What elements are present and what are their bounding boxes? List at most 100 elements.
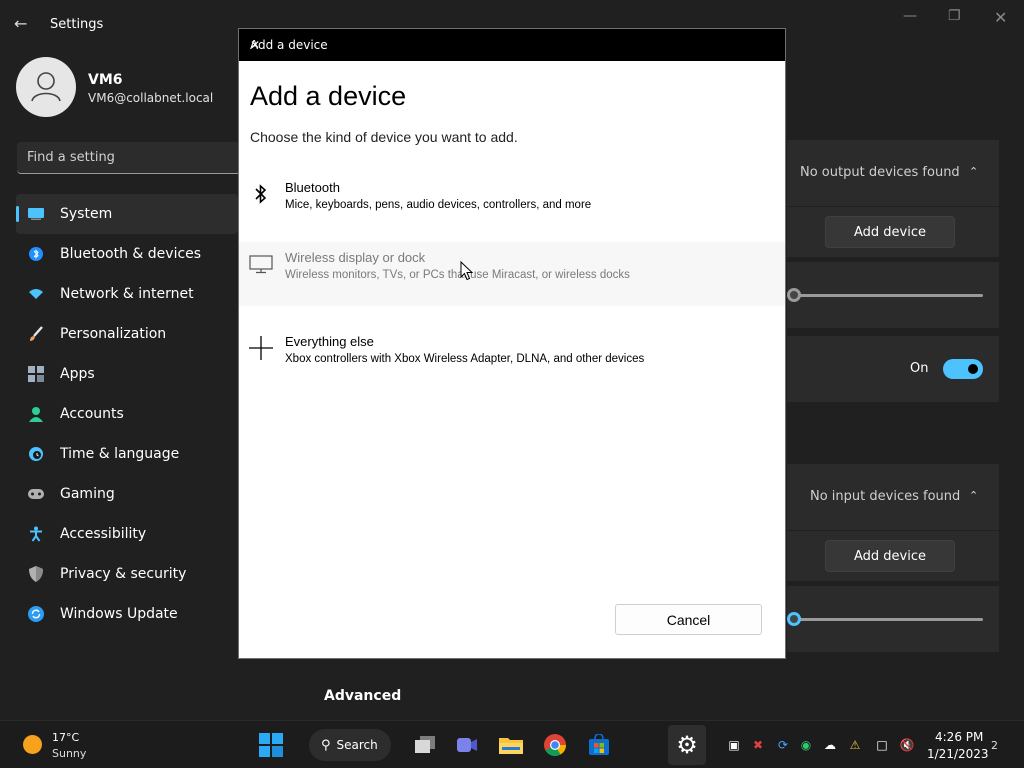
- sidebar-item-bluetooth[interactable]: Bluetooth & devices: [16, 234, 238, 274]
- output-status: No output devices found: [800, 165, 960, 180]
- output-devices-panel[interactable]: No output devices found ⌃: [787, 140, 999, 206]
- accessibility-icon: [28, 526, 44, 542]
- cancel-button[interactable]: Cancel: [615, 604, 762, 635]
- green-app-tray-icon[interactable]: ◉: [798, 737, 814, 753]
- sidebar-item-privacy-security[interactable]: Privacy & security: [16, 554, 238, 594]
- input-volume-panel: [787, 586, 999, 652]
- sidebar-item-label: Personalization: [60, 326, 167, 342]
- taskbar-search-button[interactable]: ⚲ Search: [309, 729, 391, 761]
- sidebar-item-label: Windows Update: [60, 606, 178, 622]
- brush-icon: [28, 326, 44, 342]
- sun-icon[interactable]: [23, 735, 42, 754]
- search-input[interactable]: Find a setting: [17, 142, 252, 174]
- sync-tray-icon[interactable]: ⟳: [775, 737, 791, 753]
- task-view-icon[interactable]: [413, 733, 437, 757]
- monitor-icon: [249, 252, 273, 276]
- start-icon[interactable]: [259, 733, 283, 757]
- close-icon[interactable]: ✕: [994, 8, 1007, 27]
- option-wireless-display[interactable]: Wireless display or dock Wireless monito…: [239, 242, 785, 306]
- option-title: Bluetooth: [285, 180, 340, 195]
- volume-muted-tray-icon[interactable]: 🔇: [899, 737, 915, 753]
- update-icon: [28, 606, 44, 622]
- sidebar-item-time-language[interactable]: Time & language: [16, 434, 238, 474]
- option-title: Wireless display or dock: [285, 250, 426, 265]
- display-tray-icon[interactable]: □: [874, 737, 890, 753]
- dialog-heading: Add a device: [250, 81, 407, 111]
- sidebar-item-gaming[interactable]: Gaming: [16, 474, 238, 514]
- file-explorer-icon[interactable]: [499, 733, 523, 757]
- add-device-dialog: Add a device ✕ Add a device Choose the k…: [238, 28, 786, 659]
- warning-tray-icon[interactable]: ⚠: [847, 737, 863, 753]
- volume-panel: [787, 262, 999, 328]
- notification-count-badge[interactable]: 2: [991, 739, 998, 752]
- back-arrow-icon[interactable]: ←: [14, 14, 27, 33]
- sidebar-item-label: Gaming: [60, 486, 115, 502]
- input-add-panel: Add device: [787, 531, 999, 581]
- input-status: No input devices found: [810, 489, 961, 504]
- sidebar-item-label: Accessibility: [60, 526, 147, 542]
- settings-gear-icon[interactable]: ⚙: [675, 731, 699, 759]
- security-tray-icon[interactable]: ✖: [750, 737, 766, 753]
- volume-slider-thumb[interactable]: [787, 288, 801, 302]
- input-devices-panel[interactable]: No input devices found ⌃: [787, 464, 999, 530]
- sidebar-item-accounts[interactable]: Accounts: [16, 394, 238, 434]
- avatar[interactable]: [16, 57, 76, 117]
- taskbar-search-label: Search: [336, 738, 378, 752]
- option-everything-else[interactable]: Everything else Xbox controllers with Xb…: [239, 326, 785, 390]
- sidebar-item-label: Network & internet: [60, 286, 194, 302]
- add-output-device-button[interactable]: Add device: [825, 216, 955, 248]
- volume-slider-track[interactable]: [797, 294, 983, 297]
- option-bluetooth[interactable]: Bluetooth Mice, keyboards, pens, audio d…: [239, 172, 785, 236]
- clock-time[interactable]: 4:26 PM: [935, 730, 983, 744]
- person-icon: [28, 406, 44, 422]
- gamepad-icon: [28, 486, 44, 502]
- profile-name: VM6: [88, 72, 123, 88]
- chevron-up-icon[interactable]: ⌃: [969, 165, 978, 178]
- chrome-icon[interactable]: [543, 733, 567, 757]
- sidebar-item-windows-update[interactable]: Windows Update: [16, 594, 238, 634]
- app-title: Settings: [50, 17, 104, 32]
- sidebar-item-label: Bluetooth & devices: [60, 246, 202, 262]
- sidebar-item-system[interactable]: System: [16, 194, 238, 234]
- profile-email: VM6@collabnet.local: [88, 91, 214, 105]
- network-tray-icon[interactable]: ▣: [726, 737, 742, 753]
- weather-temp[interactable]: 17°C: [52, 731, 79, 744]
- taskbar: 17°C Sunny ⚲ Search ⚙ ▣ ✖ ⟳ ◉ ☁ ⚠ □ 🔇 4:…: [0, 720, 1024, 768]
- sidebar-item-label: System: [60, 206, 113, 222]
- teams-chat-icon[interactable]: [455, 733, 479, 757]
- mono-toggle[interactable]: [943, 359, 983, 379]
- weather-condition[interactable]: Sunny: [52, 747, 86, 760]
- option-desc: Wireless monitors, TVs, or PCs that use …: [285, 269, 630, 281]
- person-icon: [31, 72, 61, 102]
- option-desc: Mice, keyboards, pens, audio devices, co…: [285, 199, 592, 211]
- bluetooth-icon: [28, 246, 44, 262]
- sidebar-item-apps[interactable]: Apps: [16, 354, 238, 394]
- add-input-device-button[interactable]: Add device: [825, 540, 955, 572]
- clock-date[interactable]: 1/21/2023: [927, 747, 989, 761]
- sidebar-nav: System Bluetooth & devices Network & int…: [16, 194, 238, 634]
- output-add-panel: Add device: [787, 207, 999, 257]
- sidebar-item-label: Apps: [60, 366, 95, 382]
- input-volume-slider-thumb[interactable]: [787, 612, 801, 626]
- sidebar-item-network[interactable]: Network & internet: [16, 274, 238, 314]
- sidebar-item-label: Time & language: [60, 446, 180, 462]
- option-title: Everything else: [285, 334, 374, 349]
- plus-icon: [249, 336, 273, 360]
- onedrive-tray-icon[interactable]: ☁: [822, 737, 838, 753]
- minimize-icon[interactable]: —: [903, 8, 917, 24]
- store-icon[interactable]: [587, 733, 611, 757]
- search-icon: ⚲: [321, 737, 331, 753]
- chevron-up-icon[interactable]: ⌃: [969, 489, 978, 502]
- apps-icon: [28, 366, 44, 382]
- sidebar-item-label: Accounts: [60, 406, 124, 422]
- advanced-heading: Advanced: [324, 688, 402, 704]
- maximize-icon[interactable]: ❐: [948, 8, 961, 24]
- close-icon[interactable]: ✕: [250, 38, 771, 52]
- search-placeholder: Find a setting: [27, 150, 115, 165]
- input-volume-slider-track[interactable]: [797, 618, 983, 621]
- sidebar-item-accessibility[interactable]: Accessibility: [16, 514, 238, 554]
- bluetooth-icon: [249, 182, 273, 206]
- sidebar-item-label: Privacy & security: [60, 566, 187, 582]
- sidebar-item-personalization[interactable]: Personalization: [16, 314, 238, 354]
- wifi-icon: [28, 286, 44, 302]
